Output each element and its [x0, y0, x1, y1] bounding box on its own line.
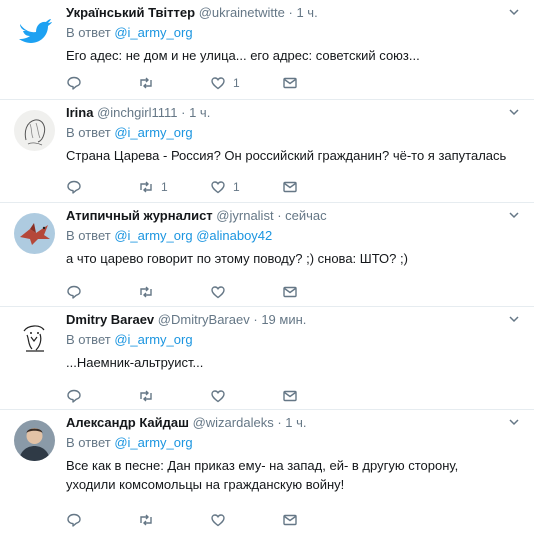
like-button[interactable]	[210, 283, 233, 301]
like-button[interactable]	[210, 387, 233, 405]
tweet-time[interactable]: 1 ч.	[296, 5, 317, 20]
tweet-text: Его адес: не дом и не улица... его адрес…	[66, 48, 420, 63]
tweet-time[interactable]: сейчас	[285, 208, 327, 223]
retweet-button[interactable]	[138, 74, 161, 92]
tweet-text: а что царево говорит по этому поводу? ;)…	[66, 251, 408, 266]
tweet-item[interactable]: Dmitry Baraev @DmitryBaraev · 19 мин. В …	[0, 307, 534, 410]
tweet-header: Александр Кайдаш @wizardaleks · 1 ч.	[66, 415, 307, 430]
author-handle[interactable]: @wizardaleks	[193, 415, 274, 430]
like-count: 1	[233, 76, 240, 90]
tweet-text: ...Наемник-альтруист...	[66, 355, 204, 370]
tweet-text: Все как в песне: Дан приказ ему- на запа…	[66, 458, 459, 492]
tweet-actions	[66, 511, 366, 529]
dm-button[interactable]	[282, 387, 298, 405]
reply-button[interactable]	[66, 178, 82, 196]
chevron-down-icon[interactable]	[508, 416, 520, 428]
like-button[interactable]: 1	[210, 178, 240, 196]
author-handle[interactable]: @inchgirl1111	[97, 105, 177, 120]
twitter-bird-avatar[interactable]	[14, 10, 55, 51]
reply-button[interactable]	[66, 511, 82, 529]
retweet-icon	[140, 390, 152, 402]
reply-context: В ответ @i_army_org	[66, 25, 193, 40]
like-button[interactable]: 1	[210, 74, 240, 92]
tweet-item[interactable]: Александр Кайдаш @wizardaleks · 1 ч. В о…	[0, 410, 534, 534]
envelope-icon	[283, 77, 297, 89]
heart-icon	[211, 181, 225, 194]
tweet-item[interactable]: Український Твіттер @ukrainetwitte · 1 ч…	[0, 0, 534, 100]
author-name[interactable]: Irina	[66, 105, 93, 120]
tweet-actions: 1 1	[66, 178, 366, 196]
reply-context: В ответ @i_army_org	[66, 125, 193, 140]
heart-icon	[211, 390, 225, 403]
chevron-down-icon[interactable]	[508, 6, 520, 18]
author-handle[interactable]: @DmitryBaraev	[158, 312, 250, 327]
tweet-text: Страна Царева - Россия? Он российский гр…	[66, 148, 507, 163]
tweet-actions: 1	[66, 74, 366, 92]
face-sketch-avatar[interactable]	[14, 110, 55, 151]
author-handle[interactable]: @ukrainetwitte	[199, 5, 285, 20]
drawing-avatar[interactable]	[14, 317, 55, 358]
dm-button[interactable]	[282, 511, 298, 529]
reply-button[interactable]	[66, 387, 82, 405]
photo-avatar[interactable]	[14, 420, 55, 461]
tweet-item[interactable]: Атипичный журналист @jyrnalist · сейчас …	[0, 203, 534, 307]
retweet-button[interactable]: 1	[138, 178, 168, 196]
author-name[interactable]: Александр Кайдаш	[66, 415, 189, 430]
reply-icon	[67, 76, 81, 90]
heart-icon	[211, 77, 225, 90]
tweet-header: Dmitry Baraev @DmitryBaraev · 19 мин.	[66, 312, 307, 327]
retweet-button[interactable]	[138, 511, 161, 529]
reply-mention[interactable]: @i_army_org	[114, 435, 192, 450]
reply-mention[interactable]: @i_army_org	[114, 125, 192, 140]
reply-icon	[67, 513, 81, 527]
reply-button[interactable]	[66, 283, 82, 301]
reply-mention[interactable]: @i_army_org	[114, 228, 192, 243]
tweet-item[interactable]: Irina @inchgirl1111 · 1 ч. В ответ @i_ar…	[0, 100, 534, 203]
retweet-icon	[140, 286, 152, 298]
author-name[interactable]: Український Твіттер	[66, 5, 195, 20]
like-count: 1	[233, 180, 240, 194]
dm-button[interactable]	[282, 283, 298, 301]
tweet-time[interactable]: 1 ч.	[285, 415, 306, 430]
reply-context: В ответ @i_army_org	[66, 435, 193, 450]
tweet-header: Irina @inchgirl1111 · 1 ч.	[66, 105, 211, 120]
dm-button[interactable]	[282, 74, 298, 92]
reply-mention[interactable]: @alinaboy42	[196, 228, 272, 243]
heart-icon	[211, 514, 225, 527]
tweet-header: Атипичный журналист @jyrnalist · сейчас	[66, 208, 327, 223]
like-button[interactable]	[210, 511, 233, 529]
envelope-icon	[283, 181, 297, 193]
reply-icon	[67, 180, 81, 194]
tweet-actions	[66, 387, 366, 405]
retweet-icon	[140, 514, 152, 526]
chevron-down-icon[interactable]	[508, 106, 520, 118]
dragon-avatar[interactable]	[14, 213, 55, 254]
retweet-icon	[140, 181, 152, 193]
reply-icon	[67, 285, 81, 299]
retweet-button[interactable]	[138, 387, 161, 405]
author-name[interactable]: Атипичный журналист	[66, 208, 213, 223]
reply-context: В ответ @i_army_org @alinaboy42	[66, 228, 273, 243]
retweet-count: 1	[161, 180, 168, 194]
reply-context: В ответ @i_army_org	[66, 332, 193, 347]
tweet-time[interactable]: 19 мин.	[261, 312, 306, 327]
chevron-down-icon[interactable]	[508, 209, 520, 221]
dm-button[interactable]	[282, 178, 298, 196]
tweet-header: Український Твіттер @ukrainetwitte · 1 ч…	[66, 5, 318, 20]
tweet-actions	[66, 283, 366, 301]
reply-icon	[67, 389, 81, 403]
author-handle[interactable]: @jyrnalist	[216, 208, 273, 223]
envelope-icon	[283, 514, 297, 526]
retweet-icon	[140, 77, 152, 89]
envelope-icon	[283, 390, 297, 402]
reply-button[interactable]	[66, 74, 82, 92]
author-name[interactable]: Dmitry Baraev	[66, 312, 154, 327]
reply-mention[interactable]: @i_army_org	[114, 332, 192, 347]
chevron-down-icon[interactable]	[508, 313, 520, 325]
reply-mention[interactable]: @i_army_org	[114, 25, 192, 40]
tweet-time[interactable]: 1 ч.	[189, 105, 210, 120]
heart-icon	[211, 286, 225, 299]
envelope-icon	[283, 286, 297, 298]
retweet-button[interactable]	[138, 283, 161, 301]
